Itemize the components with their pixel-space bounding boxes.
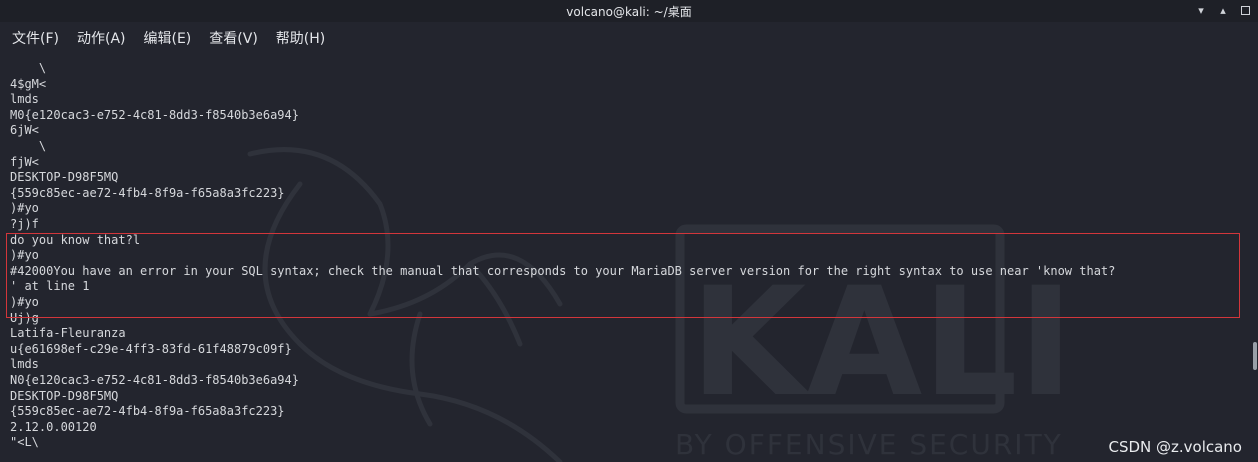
maximize-icon[interactable] [1238, 2, 1252, 18]
menu-file[interactable]: 文件(F) [12, 28, 59, 48]
window-controls: ▾ ▴ [1194, 2, 1252, 18]
terminal-line: 4$gM< [10, 76, 47, 91]
csdn-credit: CSDN @z.volcano [1108, 438, 1242, 456]
terminal-line: lmds [10, 92, 39, 107]
scrollbar[interactable] [1250, 54, 1258, 462]
terminal-line: fjW< [10, 154, 39, 169]
terminal-line: \ [10, 139, 47, 153]
menu-view[interactable]: 查看(V) [209, 28, 258, 48]
terminal-line: 2.12.0.00120 [10, 419, 97, 434]
terminal-line: DESKTOP-D98F5MQ [10, 170, 119, 185]
terminal-line: u{e61698ef-c29e-4ff3-83fd-61f48879c09f} [10, 341, 292, 356]
menu-help[interactable]: 帮助(H) [276, 28, 325, 48]
window-titlebar: volcano@kali: ~/桌面 ▾ ▴ [0, 0, 1258, 22]
terminal-line: {559c85ec-ae72-4fb4-8f9a-f65a8a3fc223} [10, 404, 285, 419]
terminal-line: M0{e120cac3-e752-4c81-8dd3-f8540b3e6a94} [10, 107, 299, 122]
kali-tagline: BY OFFENSIVE SECURITY [675, 428, 1063, 461]
terminal-line: lmds [10, 357, 39, 372]
terminal-line: ?j)f [10, 217, 39, 231]
window-title: volcano@kali: ~/桌面 [566, 5, 692, 19]
terminal-line: \ [10, 61, 47, 75]
menu-edit[interactable]: 编辑(E) [144, 28, 192, 48]
menu-bar: 文件(F) 动作(A) 编辑(E) 查看(V) 帮助(H) [0, 22, 1258, 54]
restore-icon[interactable]: ▴ [1216, 2, 1230, 18]
menu-action[interactable]: 动作(A) [77, 28, 126, 48]
highlight-box [6, 233, 1240, 318]
terminal-line: )#yo [10, 201, 39, 216]
terminal-line: {559c85ec-ae72-4fb4-8f9a-f65a8a3fc223} [10, 185, 285, 200]
scroll-thumb[interactable] [1253, 342, 1257, 370]
terminal-line: Latifa-Fleuranza [10, 326, 126, 341]
terminal-line: DESKTOP-D98F5MQ [10, 388, 119, 403]
terminal-line: N0{e120cac3-e752-4c81-8dd3-f8540b3e6a94} [10, 373, 299, 387]
terminal-line: 6jW< [10, 123, 39, 138]
terminal-output[interactable]: KALI BY OFFENSIVE SECURITY \ 4$gM< lmds M0{… [0, 54, 1250, 462]
terminal-line: "<L\ [10, 435, 39, 450]
minimize-icon[interactable]: ▾ [1194, 2, 1208, 18]
